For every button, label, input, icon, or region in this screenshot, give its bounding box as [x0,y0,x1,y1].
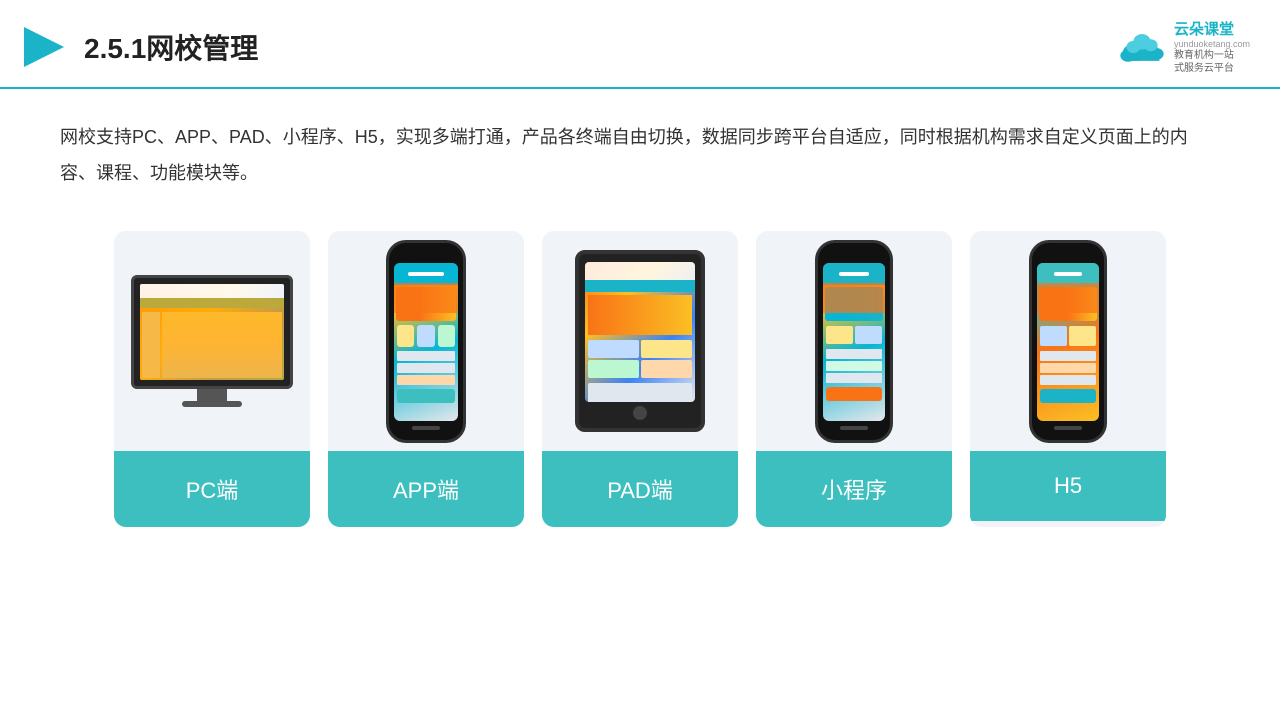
card-app: APP端 [328,231,524,527]
logo-name: 云朵课堂 [1174,18,1250,39]
card-h5: H5 [970,231,1166,527]
cloud-logo-icon [1116,29,1168,65]
card-pc-label: PC端 [114,451,310,527]
card-pad-image [542,231,738,451]
logo-url: yunduoketang.com [1174,39,1250,49]
logo-area: 云朵课堂 yunduoketang.com 教育机构一站 式服务云平台 [1116,18,1250,75]
h5-phone-mockup [1029,240,1107,443]
card-app-label: APP端 [328,451,524,527]
card-pad-label: PAD端 [542,451,738,527]
description-text: 网校支持PC、APP、PAD、小程序、H5，实现多端打通，产品各终端自由切换，数… [0,89,1280,201]
miniprogram-phone-mockup [815,240,893,443]
card-h5-image [970,231,1166,451]
card-miniprogram: 小程序 [756,231,952,527]
pc-mockup [131,275,293,407]
header-left: 2.5.1网校管理 [20,23,258,71]
logo-text-block: 云朵课堂 yunduoketang.com 教育机构一站 式服务云平台 [1174,18,1250,75]
cards-container: PC端 [0,201,1280,557]
card-pc: PC端 [114,231,310,527]
card-pc-image [114,231,310,451]
logo-tagline: 教育机构一站 式服务云平台 [1174,49,1250,75]
card-miniprogram-image [756,231,952,451]
card-miniprogram-label: 小程序 [756,451,952,527]
card-pad: PAD端 [542,231,738,527]
page-header: 2.5.1网校管理 云朵课堂 yunduoketang.com 教育机构一站 式… [0,0,1280,89]
app-phone-mockup [386,240,466,443]
pad-mockup [575,250,705,432]
card-h5-label: H5 [970,451,1166,521]
page-title: 2.5.1网校管理 [84,27,258,67]
card-app-image [328,231,524,451]
play-icon [20,23,68,71]
